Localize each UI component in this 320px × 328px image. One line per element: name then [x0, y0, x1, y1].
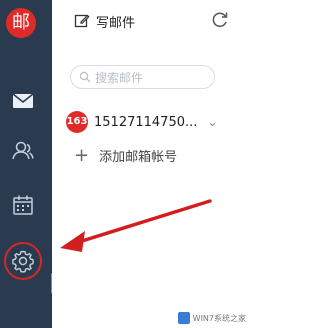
account-address: 15127114750... [94, 114, 198, 130]
search-icon [79, 71, 91, 83]
watermark-text: WIN7系统之家 [192, 313, 246, 323]
plus-icon: + [74, 144, 90, 166]
add-account-label: 添加邮箱帐号 [99, 150, 178, 165]
contacts-icon[interactable] [10, 138, 36, 164]
search-placeholder: 搜索邮件 [95, 70, 144, 85]
left-rail: 邮 [0, 0, 52, 328]
calendar-icon[interactable] [10, 192, 36, 218]
gear-icon[interactable] [10, 248, 36, 274]
compose-label: 写邮件 [96, 15, 136, 31]
account-item[interactable]: 163 15127114750... ⌄ [66, 108, 242, 136]
edit-icon [74, 14, 90, 28]
main-panel: 写邮件 搜索邮件 163 15127114750... ⌄ + 添加邮箱帐号 [52, 0, 250, 328]
compose-button[interactable]: 写邮件 [74, 9, 135, 33]
chevron-down-icon[interactable]: ⌄ [207, 115, 217, 129]
search-input[interactable]: 搜索邮件 [70, 65, 215, 89]
mail-icon[interactable] [10, 88, 36, 114]
app-logo: 邮 [6, 8, 36, 38]
watermark-logo-icon [177, 312, 190, 324]
watermark: WIN7系统之家 [177, 312, 246, 324]
provider-badge: 163 [66, 111, 88, 133]
mail-app: 邮 写邮件 搜索邮件 163 15127114750... ⌄ + 添加邮箱帐号… [0, 0, 250, 328]
add-account-button[interactable]: + 添加邮箱帐号 [74, 146, 177, 165]
refresh-icon[interactable] [210, 10, 230, 30]
